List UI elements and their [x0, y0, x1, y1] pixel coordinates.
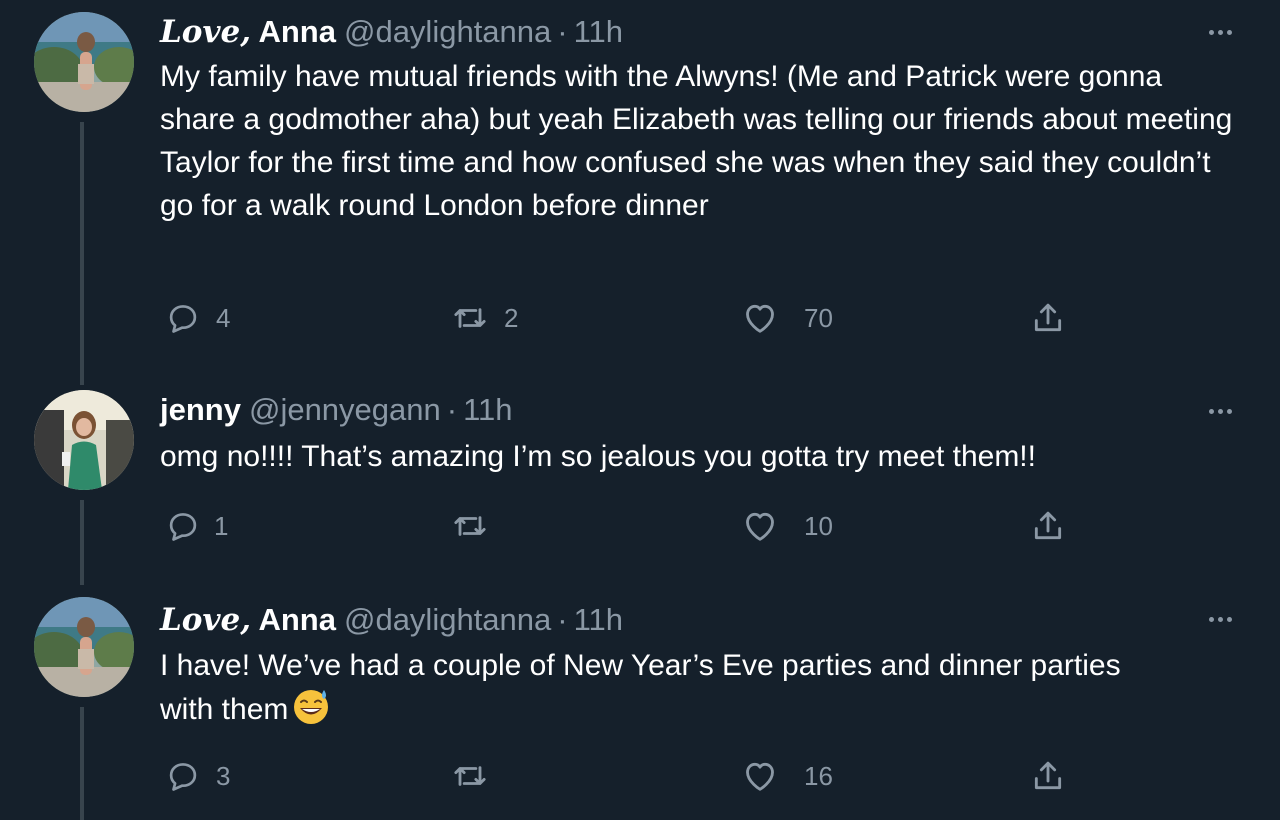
tweet-actions: 4 2 70: [160, 298, 1160, 338]
reply-button[interactable]: 3: [164, 756, 230, 796]
retweet-button[interactable]: [450, 506, 490, 546]
more-icon[interactable]: [1200, 607, 1240, 631]
thread-connector: [80, 122, 84, 385]
display-name-script: Love,: [160, 14, 252, 50]
tweet-header: jenny @jennyegann · 11h: [160, 390, 513, 430]
tweet-actions: 1 10: [160, 506, 1160, 546]
tweet-header: Love, Anna @daylightanna · 11h: [160, 600, 623, 640]
tweet-thread: Love, Anna @daylightanna · 11h My family…: [0, 0, 1280, 820]
reply-count: 4: [216, 302, 231, 333]
like-button[interactable]: 70: [740, 298, 833, 338]
thread-connector: [80, 500, 84, 585]
retweet-icon: [454, 516, 486, 536]
tweet-header: Love, Anna @daylightanna · 11h: [160, 12, 623, 52]
share-icon: [1034, 303, 1062, 332]
like-icon: [746, 762, 774, 791]
display-name-script: Love,: [160, 602, 252, 638]
timestamp[interactable]: 11h: [463, 390, 512, 430]
separator: ·: [557, 14, 568, 49]
more-icon[interactable]: [1200, 20, 1240, 44]
thread-connector: [80, 707, 84, 820]
retweet-icon: [454, 766, 486, 786]
reply-count: 1: [214, 510, 229, 541]
timestamp[interactable]: 11h: [574, 12, 623, 52]
more-icon[interactable]: [1200, 399, 1240, 423]
reply-count: 3: [216, 760, 231, 791]
like-count: 10: [804, 510, 833, 541]
retweet-count: 2: [504, 302, 519, 333]
reply-button[interactable]: 4: [164, 298, 230, 338]
reply-icon: [169, 305, 197, 333]
retweet-button[interactable]: [450, 756, 490, 796]
tweet[interactable]: jenny @jennyegann · 11h omg no!!!! That’…: [0, 385, 1280, 585]
like-button[interactable]: 10: [740, 506, 833, 546]
avatar[interactable]: [34, 12, 134, 112]
tweet-text-container: I have! We’ve had a couple of New Year’s…: [160, 644, 1160, 737]
like-icon: [746, 512, 774, 541]
like-button[interactable]: 16: [740, 756, 833, 796]
separator: ·: [557, 602, 568, 637]
reply-icon: [169, 763, 197, 791]
display-name[interactable]: jenny: [160, 390, 241, 430]
like-icon: [746, 304, 774, 333]
avatar[interactable]: [34, 390, 134, 490]
tweet-text: omg no!!!! That’s amazing I’m so jealous…: [160, 440, 1036, 473]
display-name-plain: Anna: [251, 14, 336, 49]
display-name[interactable]: Love, Anna: [160, 600, 336, 640]
retweet-icon: [454, 308, 486, 328]
tweet[interactable]: Love, Anna @daylightanna · 11h My family…: [0, 0, 1280, 385]
share-icon: [1034, 761, 1062, 790]
handle[interactable]: @daylightanna: [344, 12, 551, 52]
separator: ·: [446, 392, 458, 427]
share-button[interactable]: [1028, 506, 1068, 546]
handle[interactable]: @jennyegann: [249, 390, 441, 430]
reply-icon: [169, 513, 197, 541]
avatar[interactable]: [34, 597, 134, 697]
retweet-button[interactable]: 2: [450, 298, 518, 338]
display-name[interactable]: Love, Anna: [160, 12, 336, 52]
reply-button[interactable]: 1: [164, 506, 228, 546]
tweet[interactable]: Love, Anna @daylightanna · 11h I have! W…: [0, 585, 1280, 820]
handle[interactable]: @daylightanna: [344, 600, 551, 640]
like-count: 16: [804, 760, 833, 791]
tweet-text: My family have mutual friends with the A…: [160, 60, 1233, 222]
tweet-actions: 3 16: [160, 756, 1160, 796]
like-count: 70: [804, 302, 833, 333]
timestamp[interactable]: 11h: [574, 600, 623, 640]
grinning-face-with-sweat-icon: [290, 687, 332, 737]
display-name-plain: Anna: [251, 602, 336, 637]
share-button[interactable]: [1028, 298, 1068, 338]
share-icon: [1034, 511, 1062, 540]
share-button[interactable]: [1028, 756, 1068, 796]
